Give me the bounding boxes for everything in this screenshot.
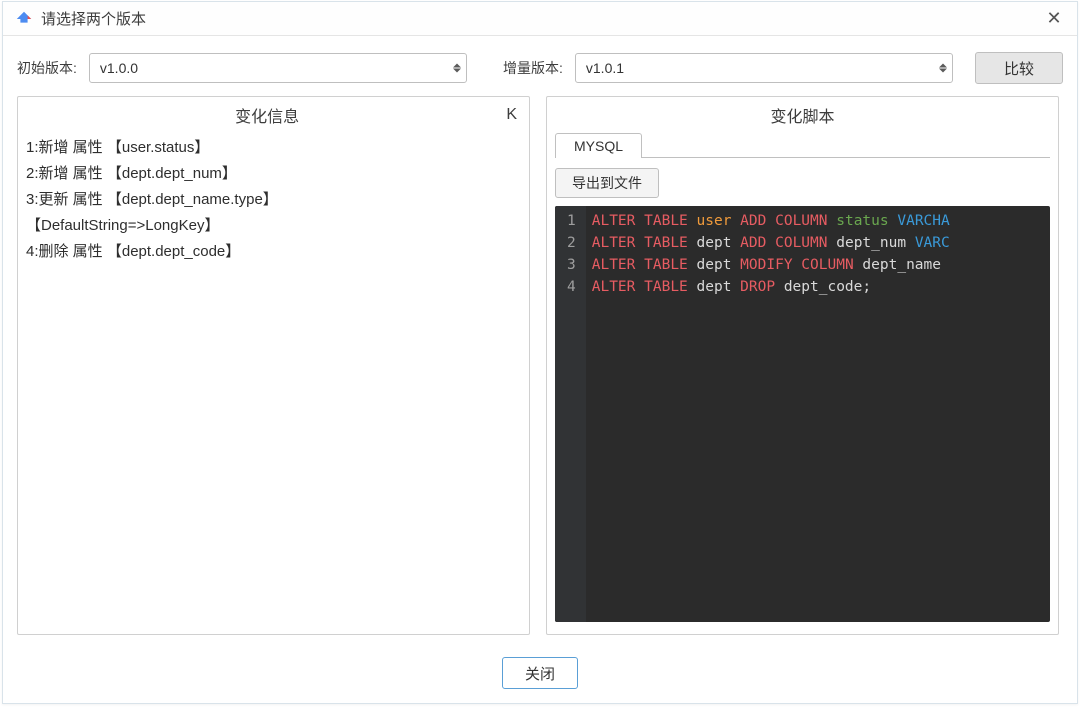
change-info-header: 变化信息 K — [18, 101, 529, 131]
dialog-title: 请选择两个版本 — [41, 8, 1043, 29]
export-row: 导出到文件 — [547, 158, 1058, 206]
dialog-footer: 关闭 — [3, 651, 1077, 703]
initial-version-label: 初始版本: — [17, 58, 77, 78]
script-tabs: MYSQL — [555, 133, 1050, 158]
change-list-item: 2:新增 属性 【dept.dept_num】 — [26, 161, 521, 187]
incremental-version-select-wrap — [575, 53, 953, 83]
export-button[interactable]: 导出到文件 — [555, 168, 659, 198]
compare-button[interactable]: 比较 — [975, 52, 1063, 84]
incremental-version-label: 增量版本: — [503, 58, 563, 78]
script-panel: 变化脚本 MYSQL 导出到文件 1234 ALTER TABLE user A… — [546, 96, 1059, 635]
incremental-version-select[interactable] — [575, 53, 953, 83]
change-info-corner-letter: K — [506, 106, 519, 124]
change-list-item: 4:删除 属性 【dept.dept_code】 — [26, 239, 521, 265]
app-logo-icon — [15, 10, 33, 28]
initial-version-select[interactable] — [89, 53, 467, 83]
change-info-panel: 变化信息 K 1:新增 属性 【user.status】2:新增 属性 【dep… — [17, 96, 530, 635]
change-list: 1:新增 属性 【user.status】2:新增 属性 【dept.dept_… — [18, 131, 529, 269]
change-info-title: 变化信息 — [28, 103, 506, 127]
close-button[interactable]: 关闭 — [502, 657, 578, 689]
script-panel-title: 变化脚本 — [547, 101, 1058, 133]
sql-code: ALTER TABLE user ADD COLUMN status VARCH… — [586, 206, 1050, 622]
version-compare-dialog: 请选择两个版本 ✕ 初始版本: 增量版本: 比较 变化信息 K 1:新增 属性 … — [2, 1, 1078, 704]
change-list-item: 3:更新 属性 【dept.dept_name.type】 — [26, 187, 521, 213]
content-area: 变化信息 K 1:新增 属性 【user.status】2:新增 属性 【dep… — [3, 96, 1077, 651]
version-toolbar: 初始版本: 增量版本: 比较 — [3, 36, 1077, 96]
change-list-item: 【DefaultString=>LongKey】 — [26, 213, 521, 239]
line-gutter: 1234 — [555, 206, 586, 622]
change-list-item: 1:新增 属性 【user.status】 — [26, 135, 521, 161]
titlebar: 请选择两个版本 ✕ — [3, 2, 1077, 36]
close-icon[interactable]: ✕ — [1043, 8, 1065, 29]
initial-version-select-wrap — [89, 53, 467, 83]
tab-mysql[interactable]: MYSQL — [555, 133, 642, 158]
sql-editor[interactable]: 1234 ALTER TABLE user ADD COLUMN status … — [555, 206, 1050, 622]
